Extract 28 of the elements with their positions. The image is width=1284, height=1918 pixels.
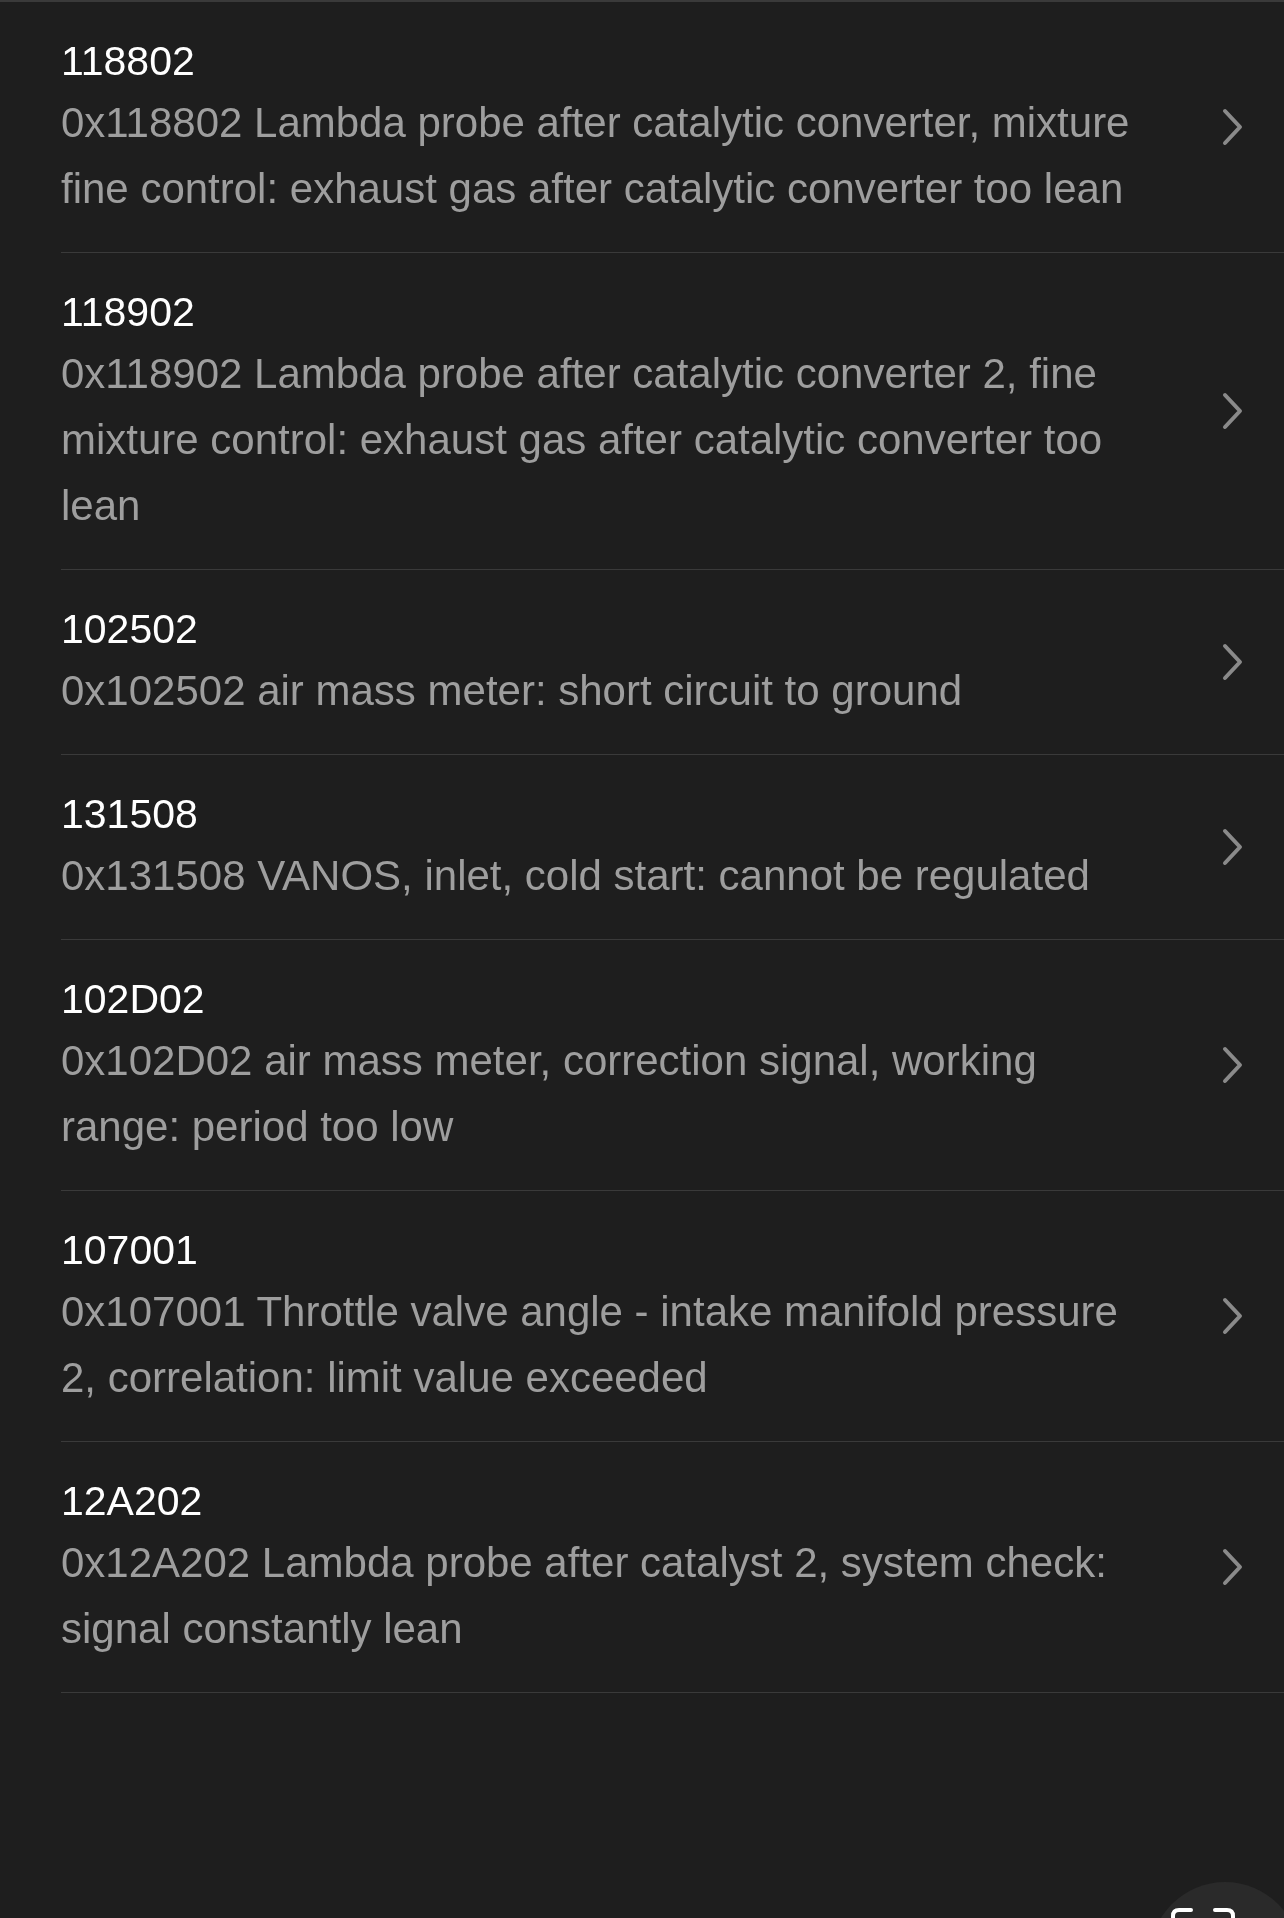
fault-row[interactable]: 107001 0x107001 Throttle valve angle - intake manifold pressure 2, correlation: limit value exceeded <box>0 1191 1284 1442</box>
fault-description: 0x102502 air mass meter: short circuit to ground <box>61 666 964 716</box>
fault-row[interactable]: 102D02 0x102D02 air mass meter, correction signal, working range: period too low <box>0 940 1284 1191</box>
fault-code: 107001 <box>61 1226 199 1275</box>
fault-row[interactable]: 131508 0x131508 VANOS, inlet, cold start: cannot be regulated <box>0 755 1284 940</box>
chevron-right-icon <box>1222 108 1244 146</box>
fault-row[interactable]: 102502 0x102502 air mass meter: short circuit to ground <box>0 570 1284 755</box>
fault-description: 0x102D02 air mass meter, correction signal, working range: period too low <box>61 1036 1038 1152</box>
fault-code: 12A202 <box>61 1477 204 1526</box>
chevron-right-icon <box>1222 828 1244 866</box>
fault-code: 102D02 <box>61 975 206 1024</box>
fault-code: 102502 <box>61 605 199 654</box>
fault-row[interactable]: 118802 0x118802 Lambda probe after catalytic converter, mixture fine control: exhaust gas after catalytic converter too lean <box>0 2 1284 253</box>
chevron-right-icon <box>1222 643 1244 681</box>
chevron-right-icon <box>1222 1548 1244 1586</box>
fault-description: 0x107001 Throttle valve angle - intake manifold pressure 2, correlation: limit value exceeded <box>61 1287 1119 1403</box>
fault-row[interactable]: 12A202 0x12A202 Lambda probe after catalyst 2, system check: signal constantly lean <box>0 1442 1284 1693</box>
fault-code: 118802 <box>61 37 196 86</box>
fault-code: 131508 <box>61 790 199 839</box>
fault-row[interactable]: 118902 0x118902 Lambda probe after catalytic converter 2, fine mixture control: exhaust gas after catalytic converter too lean <box>0 253 1284 570</box>
fault-description: 0x12A202 Lambda probe after catalyst 2, system check: signal constantly lean <box>61 1538 1108 1654</box>
chevron-right-icon <box>1222 1297 1244 1335</box>
fault-description: 0x131508 VANOS, inlet, cold start: cannot be regulated <box>61 851 1091 901</box>
fault-description: 0x118902 Lambda probe after catalytic converter 2, fine mixture control: exhaust gas after catalytic converter too lean <box>61 349 1104 531</box>
fault-code: 118902 <box>61 288 196 337</box>
chevron-right-icon <box>1222 392 1244 430</box>
chevron-right-icon <box>1222 1046 1244 1084</box>
fault-description: 0x118802 Lambda probe after catalytic converter, mixture fine control: exhaust gas after catalytic converter too lean <box>61 98 1131 214</box>
